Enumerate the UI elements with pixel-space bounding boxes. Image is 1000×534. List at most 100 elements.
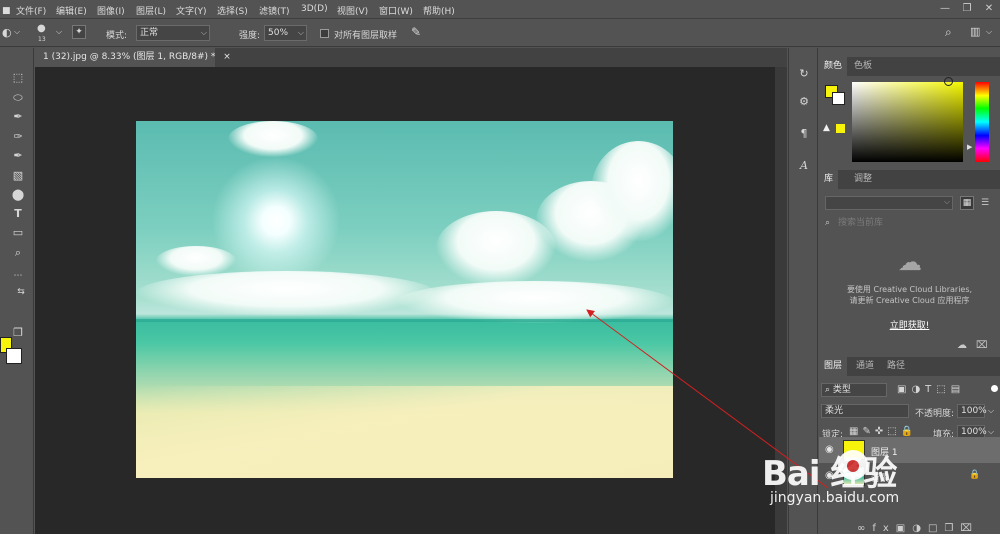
lock-icon: 🔒 — [969, 470, 981, 480]
chevron-down-icon[interactable]: ⌵ — [988, 406, 998, 416]
get-now-link[interactable]: 立即获取! — [819, 318, 1000, 331]
tab-paths[interactable]: 路径 — [882, 357, 910, 376]
background-color-swatch[interactable] — [6, 348, 22, 364]
cloud — [136, 271, 436, 316]
library-message-line1: 要使用 Creative Cloud Libraries, — [846, 285, 973, 294]
tab-adjustments[interactable]: 调整 — [849, 170, 877, 189]
app-logo[interactable]: ■ — [2, 6, 11, 16]
menu-image[interactable]: 图像(I) — [97, 4, 125, 17]
menu-type[interactable]: 文字(Y) — [176, 4, 207, 17]
stamp-tool-icon[interactable]: ✒ — [10, 148, 26, 164]
chevron-down-icon: ⌵ — [943, 197, 950, 206]
tab-libraries[interactable]: 库 — [819, 170, 839, 189]
libraries-panel-tabs: 库 调整 — [819, 170, 1000, 189]
color-picker-handle[interactable] — [944, 77, 953, 86]
watermark-logo-text: Bai 经验 — [762, 454, 897, 494]
tool-preset-icon[interactable]: ◐ — [2, 26, 12, 39]
brush-size-value: 13 — [38, 36, 46, 43]
workspace-icon[interactable]: ▥ — [970, 25, 980, 38]
gradient-tool-icon[interactable]: ▧ — [10, 168, 26, 184]
rectangle-tool-icon[interactable]: ▭ — [10, 225, 26, 241]
workspace-dropdown-icon[interactable]: ⌵ — [986, 27, 992, 37]
layer-filter-select[interactable]: ⌕ 类型 — [821, 383, 887, 397]
tab-swatches[interactable]: 色板 — [849, 57, 877, 76]
close-tab-icon[interactable]: × — [223, 52, 231, 62]
saturation-brightness-field[interactable] — [852, 77, 963, 162]
layer-filter-icons[interactable]: ▣◑T⬚▤ — [897, 384, 1000, 395]
beach-image-canvas[interactable] — [136, 121, 673, 478]
gamut-swatch[interactable] — [836, 124, 845, 133]
layer-filter-value: 类型 — [832, 385, 851, 395]
lasso-tool-icon[interactable]: ⬭ — [10, 90, 26, 106]
document-tab[interactable]: 1 (32).jpg @ 8.33% (图层 1, RGB/8#) * × — [35, 48, 231, 67]
close-window-icon[interactable]: ✕ — [978, 0, 1000, 19]
type-tool-icon[interactable]: T — [10, 206, 26, 222]
strength-label: 强度: — [239, 31, 261, 41]
mode-select-value: 正常 — [140, 28, 159, 38]
opacity-input[interactable]: 100% — [957, 404, 987, 418]
blend-mode-value: 柔光 — [825, 406, 844, 416]
paragraph-icon[interactable]: ¶ — [796, 126, 812, 142]
tab-color[interactable]: 颜色 — [819, 57, 848, 76]
dodge-tool-icon[interactable]: ⬤ — [10, 187, 26, 203]
menu-view[interactable]: 视图(V) — [337, 4, 368, 17]
blend-mode-select[interactable]: 柔光 — [821, 404, 909, 418]
search-icon[interactable]: ⌕ — [945, 25, 952, 40]
chevron-down-icon: ⌵ — [200, 28, 207, 37]
menu-file[interactable]: 文件(F) — [16, 4, 46, 17]
menu-layer[interactable]: 图层(L) — [136, 4, 166, 17]
hue-slider-handle-icon[interactable]: ▶ — [967, 143, 972, 151]
swap-colors-icon[interactable]: ⇆ — [13, 284, 29, 300]
brush-tool-icon[interactable]: ✑ — [10, 129, 26, 145]
more-tools-icon[interactable]: ⋯ — [10, 268, 26, 284]
character-icon[interactable]: A — [796, 158, 812, 174]
list-view-icon[interactable]: ☰ — [978, 196, 992, 210]
properties-icon[interactable]: ⚙ — [796, 94, 812, 110]
grid-view-icon[interactable]: ▦ — [960, 196, 974, 210]
menu-help[interactable]: 帮助(H) — [423, 4, 455, 17]
hue-slider[interactable] — [975, 82, 989, 162]
creative-cloud-icon: ☁ — [898, 248, 922, 276]
minimize-icon[interactable]: — — [934, 0, 956, 19]
screen-mode-icon[interactable]: ❐ — [10, 325, 26, 341]
cc-sync-icon[interactable]: ☁ — [957, 340, 967, 351]
tools-panel: ⬚ ⬭ ✒ ✑ ✒ ▧ ⬤ T ▭ ⌕ ⋯ ⇆ ❐ — [0, 48, 34, 534]
eyedropper-tool-icon[interactable]: ✒ — [10, 109, 26, 125]
panel-background-swatch[interactable] — [832, 92, 845, 105]
tool-preset-dropdown-icon[interactable]: ⌵ — [14, 27, 20, 37]
mode-select[interactable]: 正常 ⌵ — [136, 25, 210, 41]
marquee-tool-icon[interactable]: ⬚ — [10, 70, 26, 86]
zoom-tool-icon[interactable]: ⌕ — [10, 245, 26, 261]
sample-all-layers-checkbox[interactable] — [320, 29, 329, 38]
tab-layers[interactable]: 图层 — [819, 357, 848, 376]
menu-edit[interactable]: 编辑(E) — [56, 4, 87, 17]
horizon-line — [136, 319, 673, 322]
search-icon: ⌕ — [825, 385, 831, 395]
menu-select[interactable]: 选择(S) — [217, 4, 248, 17]
search-icon: ⌕ — [825, 218, 831, 228]
cloud — [156, 246, 236, 276]
history-icon[interactable]: ↻ — [796, 66, 812, 82]
baidu-paw-icon — [838, 450, 868, 480]
menu-3d[interactable]: 3D(D) — [301, 4, 328, 14]
fill-value: 100% — [961, 427, 987, 437]
warning-icon: ▲ — [823, 123, 830, 133]
brush-panel-toggle-icon[interactable]: ✦ — [72, 25, 86, 39]
brush-dropdown-icon[interactable]: ⌵ — [56, 27, 62, 37]
restore-icon[interactable]: ❐ — [956, 0, 978, 19]
strength-input[interactable]: 50% ⌵ — [264, 25, 307, 41]
menu-window[interactable]: 窗口(W) — [379, 4, 413, 17]
pressure-strength-icon[interactable]: ✎ — [411, 25, 421, 39]
chevron-down-icon[interactable]: ⌵ — [988, 427, 998, 437]
menu-filter[interactable]: 滤镜(T) — [259, 4, 290, 17]
trash-icon[interactable]: ⌧ — [976, 340, 988, 351]
strength-value: 50% — [268, 28, 289, 38]
tab-channels[interactable]: 通道 — [851, 357, 879, 376]
baidu-watermark: Bai 经验 jingyan.baidu.com — [752, 440, 962, 530]
lock-icons[interactable]: ▦✎✜⬚🔒 — [849, 426, 929, 437]
library-select[interactable]: ⌵ — [825, 196, 953, 210]
filter-toggle-icon[interactable] — [991, 385, 998, 392]
chevron-down-icon: ⌵ — [297, 28, 304, 37]
library-search-input[interactable]: ⌕ 搜索当前库 — [822, 215, 997, 231]
brush-preview-icon[interactable]: ● — [37, 23, 46, 34]
